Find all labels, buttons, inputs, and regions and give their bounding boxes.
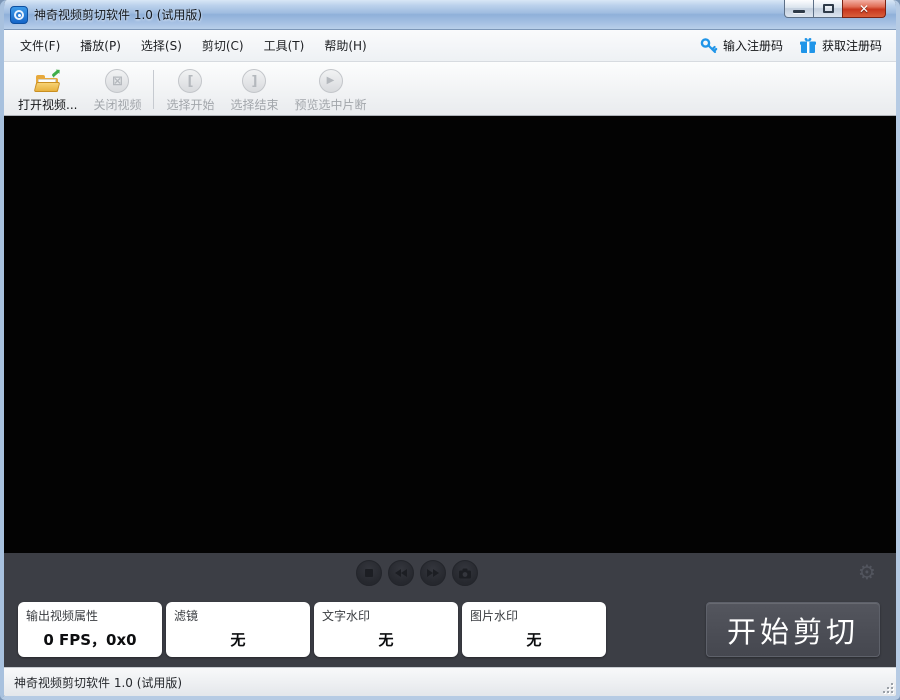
open-folder-icon: ➦ xyxy=(33,64,65,94)
select-start-button[interactable]: [ 选择开始 xyxy=(158,64,222,115)
open-video-label: 打开视频... xyxy=(18,98,78,112)
status-bar: 神奇视频剪切软件 1.0 (试用版) xyxy=(4,667,896,696)
image-watermark-panel[interactable]: 图片水印 无 xyxy=(462,602,606,657)
select-start-label: 选择开始 xyxy=(166,98,215,112)
app-icon xyxy=(10,5,28,24)
filter-label: 滤镜 xyxy=(174,609,199,623)
select-end-icon: ] xyxy=(242,68,267,94)
preview-selection-label: 预览选中片断 xyxy=(294,98,367,112)
window-title: 神奇视频剪切软件 1.0 (试用版) xyxy=(34,8,203,22)
window-controls: ✕ xyxy=(784,0,886,18)
image-watermark-label: 图片水印 xyxy=(470,609,519,623)
text-watermark-value: 无 xyxy=(378,631,394,649)
select-end-label: 选择结束 xyxy=(230,98,279,112)
fast-forward-button[interactable] xyxy=(420,560,446,586)
menu-select[interactable]: 选择(S) xyxy=(131,32,192,59)
minimize-button[interactable] xyxy=(784,0,814,18)
status-text: 神奇视频剪切软件 1.0 (试用版) xyxy=(14,675,183,690)
select-start-icon: [ xyxy=(178,68,203,94)
menu-tools[interactable]: 工具(T) xyxy=(254,32,315,59)
get-registration-code-label: 获取注册码 xyxy=(821,39,882,53)
maximize-button[interactable] xyxy=(814,0,842,18)
resize-grip[interactable] xyxy=(881,681,893,693)
gear-icon: ⚙ xyxy=(858,560,876,584)
menu-file[interactable]: 文件(F) xyxy=(10,32,70,59)
preview-selection-button[interactable]: ▶ 预览选中片断 xyxy=(287,64,375,115)
bottom-panel-row: 输出视频属性 0 FPS，0x0 滤镜 无 文字水印 无 图片水印 无 开始剪切 xyxy=(4,593,896,667)
menu-play[interactable]: 播放(P) xyxy=(70,32,131,59)
close-video-icon: ⊠ xyxy=(105,68,130,94)
close-button[interactable]: ✕ xyxy=(842,0,886,18)
stop-button[interactable] xyxy=(356,560,382,586)
enter-registration-code-label: 输入注册码 xyxy=(722,39,783,53)
rewind-icon xyxy=(395,569,407,577)
close-icon: ✕ xyxy=(858,1,870,16)
menu-help[interactable]: 帮助(H) xyxy=(314,32,376,59)
rewind-button[interactable] xyxy=(388,560,414,586)
open-video-button[interactable]: ➦ 打开视频... xyxy=(10,64,85,115)
text-watermark-label: 文字水印 xyxy=(322,609,371,623)
preview-selection-icon: ▶ xyxy=(318,68,343,94)
snapshot-button[interactable] xyxy=(452,560,478,586)
filter-panel[interactable]: 滤镜 无 xyxy=(166,602,310,657)
app-window: 神奇视频剪切软件 1.0 (试用版) ✕ 文件(F) 播放(P) 选择(S) 剪… xyxy=(0,0,900,700)
camera-icon xyxy=(459,568,471,578)
title-bar[interactable]: 神奇视频剪切软件 1.0 (试用版) ✕ xyxy=(4,0,896,30)
video-display-area xyxy=(4,116,896,553)
maximize-icon xyxy=(822,4,834,13)
get-registration-code-button[interactable]: 获取注册码 xyxy=(791,34,890,58)
player-control-bar: ⚙ xyxy=(4,553,896,593)
text-watermark-panel[interactable]: 文字水印 无 xyxy=(314,602,458,657)
stop-icon xyxy=(365,569,373,577)
select-end-button[interactable]: ] 选择结束 xyxy=(222,64,286,115)
menu-bar: 文件(F) 播放(P) 选择(S) 剪切(C) 工具(T) 帮助(H) 输入注册… xyxy=(4,30,896,62)
output-properties-value: 0 FPS，0x0 xyxy=(43,631,137,649)
toolbar-separator xyxy=(153,70,155,109)
enter-registration-code-button[interactable]: 输入注册码 xyxy=(692,34,791,58)
close-video-button[interactable]: ⊠ 关闭视频 xyxy=(85,64,149,115)
toolbar: ➦ 打开视频... ⊠ 关闭视频 [ 选择开始 ] 选择结束 ▶ 预览选中片断 xyxy=(4,62,896,116)
filter-value: 无 xyxy=(230,631,246,649)
fast-forward-icon xyxy=(427,569,439,577)
settings-button[interactable]: ⚙ xyxy=(856,561,878,583)
start-cutting-button[interactable]: 开始剪切 xyxy=(706,602,880,657)
key-icon xyxy=(700,37,718,53)
player-buttons xyxy=(356,560,478,586)
output-properties-panel[interactable]: 输出视频属性 0 FPS，0x0 xyxy=(18,602,162,657)
close-video-label: 关闭视频 xyxy=(93,98,142,112)
image-watermark-value: 无 xyxy=(526,631,542,649)
menu-cut[interactable]: 剪切(C) xyxy=(192,32,254,59)
gift-icon xyxy=(799,37,816,53)
minimize-icon xyxy=(793,10,805,13)
output-properties-label: 输出视频属性 xyxy=(26,609,99,623)
